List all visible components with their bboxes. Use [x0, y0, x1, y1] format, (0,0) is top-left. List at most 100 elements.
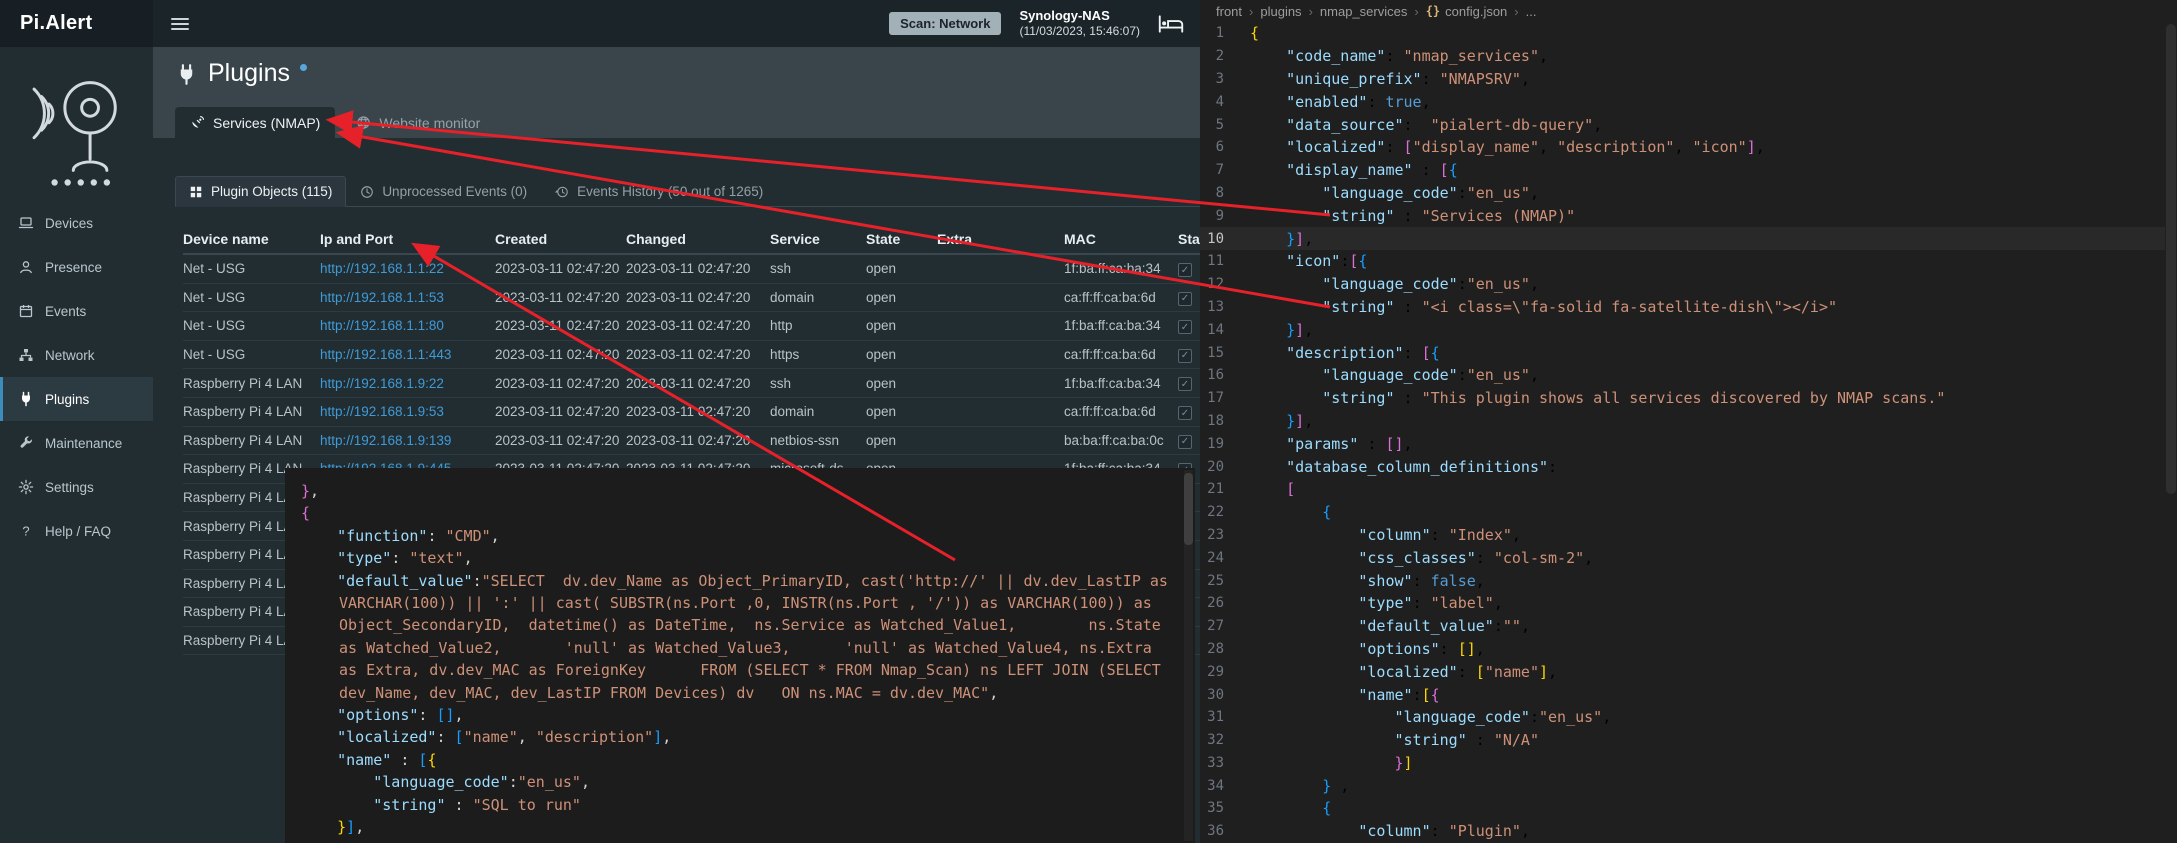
editor-line[interactable]: 17 "string" : "This plugin shows all ser… — [1200, 387, 2177, 410]
editor-line[interactable]: 10 }], — [1200, 227, 2177, 250]
editor-line[interactable]: 3 "unique_prefix": "NMAPSRV", — [1200, 68, 2177, 91]
breadcrumb-item[interactable]: plugins — [1260, 4, 1301, 19]
sidebar-item-presence[interactable]: Presence — [0, 245, 153, 289]
editor-line[interactable]: 30 "name":[{ — [1200, 683, 2177, 706]
cell-ip: http://192.168.1.1:22 — [320, 261, 495, 276]
breadcrumb-item[interactable]: front — [1216, 4, 1242, 19]
subtab-unprocessed-events-0-[interactable]: Unprocessed Events (0) — [346, 176, 541, 207]
status-checkbox[interactable]: ✓ — [1178, 406, 1192, 420]
column-header[interactable]: Ip and Port — [320, 231, 495, 247]
editor-line[interactable]: 33 }] — [1200, 752, 2177, 775]
editor-line[interactable]: 35 { — [1200, 797, 2177, 820]
overlay-code-line: { — [301, 502, 1169, 524]
sidebar-item-devices[interactable]: Devices — [0, 201, 153, 245]
tab-services-nmap-[interactable]: Services (NMAP) — [175, 107, 335, 138]
ip-port-link[interactable]: http://192.168.1.9:53 — [320, 404, 444, 419]
cell-state: open — [866, 261, 937, 276]
line-number: 28 — [1200, 641, 1250, 657]
column-header[interactable]: Status — [1178, 231, 1200, 247]
editor-line-code: "options": [], — [1250, 640, 1485, 658]
status-checkbox[interactable]: ✓ — [1178, 377, 1192, 391]
editor-line[interactable]: 26 "type": "label", — [1200, 592, 2177, 615]
column-header[interactable]: MAC — [1064, 231, 1178, 247]
sidebar-item-network[interactable]: Network — [0, 333, 153, 377]
editor-line[interactable]: 20 "database_column_definitions": — [1200, 455, 2177, 478]
ip-port-link[interactable]: http://192.168.1.9:139 — [320, 433, 451, 448]
ip-port-link[interactable]: http://192.168.1.1:443 — [320, 347, 451, 362]
sidebar-item-settings[interactable]: Settings — [0, 465, 153, 509]
editor-code-area: 1{2 "code_name": "nmap_services",3 "uniq… — [1200, 22, 2177, 843]
editor-line[interactable]: 5 "data_source": "pialert-db-query", — [1200, 113, 2177, 136]
breadcrumb-item[interactable]: {}config.json — [1426, 4, 1508, 19]
table-row: Net - USGhttp://192.168.1.1:532023-03-11… — [183, 284, 1200, 313]
ip-port-link[interactable]: http://192.168.1.1:80 — [320, 318, 444, 333]
status-checkbox[interactable]: ✓ — [1178, 349, 1192, 363]
sidebar-item-maintenance[interactable]: Maintenance — [0, 421, 153, 465]
sleep-bed-icon[interactable] — [1158, 15, 1184, 33]
editor-line[interactable]: 34 } , — [1200, 774, 2177, 797]
svg-text:?: ? — [22, 524, 29, 539]
ip-port-link[interactable]: http://192.168.1.1:22 — [320, 261, 444, 276]
ip-port-link[interactable]: http://192.168.1.9:22 — [320, 376, 444, 391]
editor-line[interactable]: 4 "enabled": true, — [1200, 90, 2177, 113]
editor-line[interactable]: 31 "language_code":"en_us", — [1200, 706, 2177, 729]
editor-line[interactable]: 1{ — [1200, 22, 2177, 45]
overlay-scrollbar-thumb[interactable] — [1184, 473, 1193, 545]
ip-port-link[interactable]: http://192.168.1.1:53 — [320, 290, 444, 305]
editor-line[interactable]: 18 }], — [1200, 410, 2177, 433]
menu-toggle-icon[interactable] — [171, 17, 189, 31]
question-icon: ? — [18, 523, 34, 539]
status-checkbox[interactable]: ✓ — [1178, 320, 1192, 334]
column-header[interactable]: State — [866, 231, 937, 247]
status-checkbox[interactable]: ✓ — [1178, 435, 1192, 449]
editor-line[interactable]: 27 "default_value":"", — [1200, 615, 2177, 638]
status-checkbox[interactable]: ✓ — [1178, 263, 1192, 277]
column-header[interactable]: Device name — [183, 231, 320, 247]
editor-line[interactable]: 6 "localized": ["display_name", "descrip… — [1200, 136, 2177, 159]
column-header[interactable]: Service — [770, 231, 866, 247]
editor-line[interactable]: 11 "icon":[{ — [1200, 250, 2177, 273]
line-number: 16 — [1200, 367, 1250, 383]
sidebar-item-plugins[interactable]: Plugins — [0, 377, 153, 421]
editor-line[interactable]: 21 [ — [1200, 478, 2177, 501]
column-header[interactable]: Extra — [937, 231, 1064, 247]
breadcrumb-item[interactable]: nmap_services — [1320, 4, 1407, 19]
editor-line[interactable]: 2 "code_name": "nmap_services", — [1200, 45, 2177, 68]
editor-line[interactable]: 14 }], — [1200, 318, 2177, 341]
editor-line[interactable]: 7 "display_name" : [{ — [1200, 159, 2177, 182]
editor-line[interactable]: 24 "css_classes": "col-sm-2", — [1200, 546, 2177, 569]
cell-status: ✓ — [1178, 404, 1200, 421]
editor-line[interactable]: 36 "column": "Plugin", — [1200, 820, 2177, 843]
editor-line[interactable]: 29 "localized": ["name"], — [1200, 660, 2177, 683]
editor-line[interactable]: 23 "column": "Index", — [1200, 524, 2177, 547]
editor-line[interactable]: 25 "show": false, — [1200, 569, 2177, 592]
cell-device: Raspberry Pi 4 LAN — [183, 404, 320, 419]
info-dot-icon[interactable] — [300, 64, 307, 71]
line-number: 20 — [1200, 459, 1250, 475]
status-checkbox[interactable]: ✓ — [1178, 292, 1192, 306]
editor-line[interactable]: 32 "string" : "N/A" — [1200, 729, 2177, 752]
editor-line[interactable]: 8 "language_code":"en_us", — [1200, 182, 2177, 205]
tab-website-monitor[interactable]: Website monitor — [341, 107, 495, 138]
editor-scrollbar-thumb[interactable] — [2166, 24, 2176, 494]
cell-changed: 2023-03-11 02:47:20 — [626, 376, 770, 391]
clock-icon — [360, 185, 374, 199]
breadcrumb-item[interactable]: ... — [1526, 4, 1537, 19]
column-header[interactable]: Created — [495, 231, 626, 247]
subtab-events-history-50-out-of-1265-[interactable]: Events History (50 out of 1265) — [541, 176, 777, 207]
top-navbar: Pi.Alert Scan: Network Synology-NAS (11/… — [0, 0, 1200, 47]
editor-line[interactable]: 28 "options": [], — [1200, 638, 2177, 661]
editor-line[interactable]: 19 "params" : [], — [1200, 432, 2177, 455]
editor-line[interactable]: 12 "language_code":"en_us", — [1200, 273, 2177, 296]
editor-line[interactable]: 15 "description": [{ — [1200, 341, 2177, 364]
subtab-plugin-objects-115-[interactable]: Plugin Objects (115) — [175, 176, 346, 207]
tab-label: Website monitor — [379, 115, 480, 131]
editor-line[interactable]: 22 { — [1200, 501, 2177, 524]
sidebar-item-help-faq[interactable]: ?Help / FAQ — [0, 509, 153, 553]
sidebar-item-events[interactable]: Events — [0, 289, 153, 333]
column-header[interactable]: Changed — [626, 231, 770, 247]
editor-line[interactable]: 13 "string" : "<i class=\"fa-solid fa-sa… — [1200, 296, 2177, 319]
editor-line[interactable]: 16 "language_code":"en_us", — [1200, 364, 2177, 387]
brand-logo[interactable]: Pi.Alert — [0, 0, 153, 47]
editor-line[interactable]: 9 "string" : "Services (NMAP)" — [1200, 204, 2177, 227]
